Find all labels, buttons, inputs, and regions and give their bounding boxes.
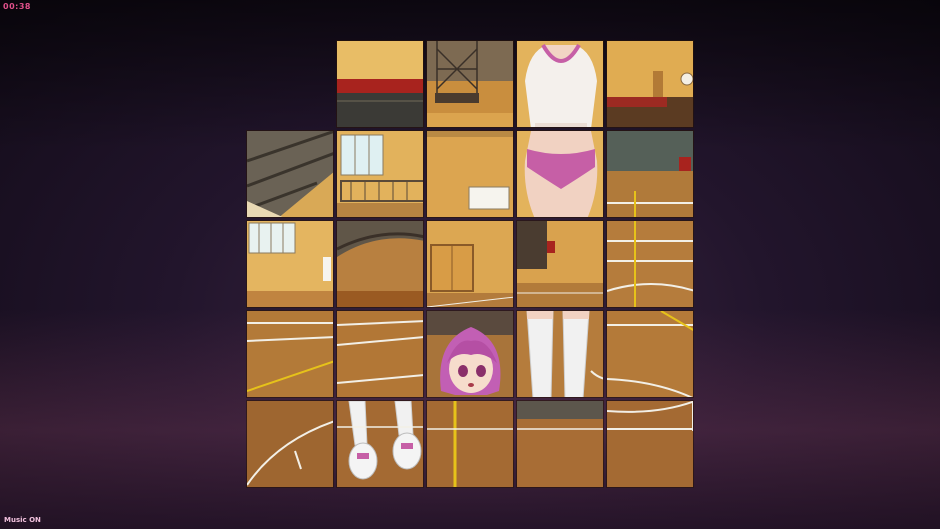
music-toggle[interactable]: Music ON <box>4 516 41 524</box>
puzzle-tile-floor-wall-edge[interactable] <box>516 400 604 488</box>
sliding-puzzle-board <box>246 40 695 489</box>
puzzle-tile-floor-center-line[interactable] <box>426 400 514 488</box>
puzzle-tile-girl-shoes[interactable] <box>336 400 424 488</box>
puzzle-tile-girl-hips[interactable] <box>516 130 604 218</box>
puzzle-tile-ceiling-beam[interactable] <box>246 130 334 218</box>
puzzle-tile-girl-legs[interactable] <box>516 310 604 398</box>
puzzle-tile-windows-wall[interactable] <box>246 220 334 308</box>
timer-display: 00:38 <box>3 2 31 11</box>
puzzle-tile-floor-arc[interactable] <box>606 310 694 398</box>
puzzle-tile-floor-arc-2[interactable] <box>246 400 334 488</box>
puzzle-tile-court-lines[interactable] <box>606 220 694 308</box>
puzzle-tile-girl-torso[interactable] <box>516 40 604 128</box>
puzzle-tile-floor-lines-2[interactable] <box>336 310 424 398</box>
empty-slot <box>246 40 335 129</box>
puzzle-tile-ceiling-arch[interactable] <box>336 220 424 308</box>
puzzle-tile-court-corner[interactable] <box>606 130 694 218</box>
puzzle-tile-windows-balcony[interactable] <box>336 130 424 218</box>
puzzle-tile-double-door[interactable] <box>426 220 514 308</box>
puzzle-tile-floor-lines[interactable] <box>246 310 334 398</box>
puzzle-tile-wall-clock[interactable] <box>606 40 694 128</box>
puzzle-tile-wall-red-trim[interactable] <box>336 40 424 128</box>
puzzle-tile-girl-face[interactable] <box>426 310 514 398</box>
puzzle-tile-court-wall[interactable] <box>516 220 604 308</box>
puzzle-tile-basketball-hoop[interactable] <box>426 40 514 128</box>
puzzle-tile-scoreboard[interactable] <box>426 130 514 218</box>
puzzle-tile-floor-key[interactable] <box>606 400 694 488</box>
